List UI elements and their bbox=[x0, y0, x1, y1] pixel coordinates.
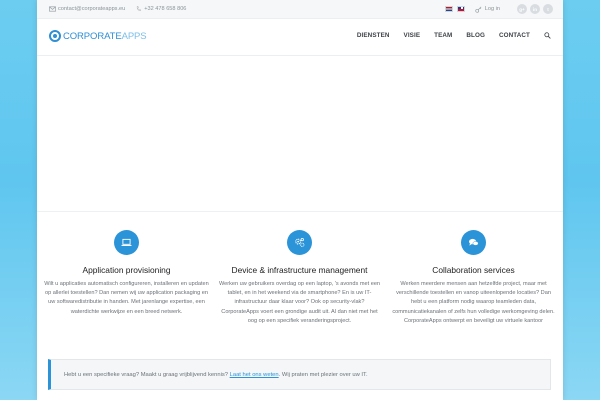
main-nav: DIENSTEN VISIE TEAM BLOG CONTACT bbox=[343, 32, 551, 39]
login-label[interactable]: Log in bbox=[485, 6, 500, 12]
callout-after: . Wij praten met plezier over uw IT. bbox=[278, 372, 368, 378]
phone-text[interactable]: +32 478 658 806 bbox=[144, 6, 186, 12]
nav-diensten[interactable]: DIENSTEN bbox=[357, 32, 390, 39]
email-contact[interactable]: contact@corporateapps.eu bbox=[49, 6, 125, 12]
feature-icon-circle bbox=[461, 230, 486, 255]
page-frame: contact@corporateapps.eu +32 478 658 806… bbox=[37, 0, 563, 400]
logo[interactable]: CORPORATEAPPS bbox=[49, 30, 147, 42]
flag-nl-icon[interactable] bbox=[444, 6, 453, 12]
contact-callout: Hebt u een specifieke vraag? Maakt u gra… bbox=[48, 359, 551, 390]
feature-icon-circle bbox=[114, 230, 139, 255]
nav-contact[interactable]: CONTACT bbox=[499, 32, 530, 39]
feature-text: Werken uw gebruikers overdag op een lapt… bbox=[218, 281, 381, 324]
top-bar: contact@corporateapps.eu +32 478 658 806… bbox=[37, 0, 563, 19]
callout-text: Hebt u een specifieke vraag? Maakt u gra… bbox=[64, 372, 368, 378]
feature-text: Wilt u applicaties automatisch configure… bbox=[44, 281, 209, 315]
feature-text: Werken meerdere mensen aan hetzelfde pro… bbox=[392, 281, 555, 324]
callout-before: Hebt u een specifieke vraag? Maakt u gra… bbox=[64, 372, 230, 378]
feature-device-infrastructure: Device & infrastructure management Werke… bbox=[217, 230, 382, 326]
google-plus-icon[interactable]: g+ bbox=[517, 4, 527, 14]
search-icon[interactable] bbox=[544, 32, 551, 39]
envelope-icon bbox=[49, 6, 56, 12]
logo-mark-icon bbox=[49, 30, 61, 42]
feature-icon-circle bbox=[287, 230, 312, 255]
flag-en-icon[interactable] bbox=[456, 6, 465, 12]
hero-area bbox=[37, 56, 563, 212]
features-section: Application provisioning Wilt u applicat… bbox=[37, 230, 563, 346]
email-text[interactable]: contact@corporateapps.eu bbox=[58, 6, 125, 12]
feature-title: Device & infrastructure management bbox=[231, 265, 368, 275]
laptop-icon bbox=[121, 238, 132, 247]
linkedin-icon[interactable]: in bbox=[530, 4, 540, 14]
phone-contact[interactable]: +32 478 658 806 bbox=[135, 6, 186, 12]
callout-link[interactable]: Laat het ons weten bbox=[230, 372, 279, 378]
feature-collaboration-services: Collaboration services Werken meerdere m… bbox=[391, 230, 556, 326]
feature-title: Collaboration services bbox=[432, 265, 515, 275]
site-header: CORPORATEAPPS DIENSTEN VISIE TEAM BLOG C… bbox=[37, 19, 563, 56]
login-link[interactable]: Log in bbox=[475, 6, 500, 13]
twitter-icon[interactable]: t bbox=[543, 4, 553, 14]
logo-secondary: APPS bbox=[121, 30, 147, 42]
nav-team[interactable]: TEAM bbox=[434, 32, 452, 39]
phone-icon bbox=[137, 6, 141, 12]
logo-primary: CORPORATE bbox=[63, 30, 122, 42]
nav-visie[interactable]: VISIE bbox=[404, 32, 421, 39]
nav-blog[interactable]: BLOG bbox=[466, 32, 485, 39]
key-icon bbox=[475, 6, 482, 13]
chat-icon bbox=[469, 238, 479, 246]
logo-text: CORPORATEAPPS bbox=[63, 31, 147, 42]
feature-application-provisioning: Application provisioning Wilt u applicat… bbox=[44, 230, 209, 317]
feature-title: Application provisioning bbox=[82, 265, 171, 275]
gears-icon bbox=[295, 237, 305, 247]
